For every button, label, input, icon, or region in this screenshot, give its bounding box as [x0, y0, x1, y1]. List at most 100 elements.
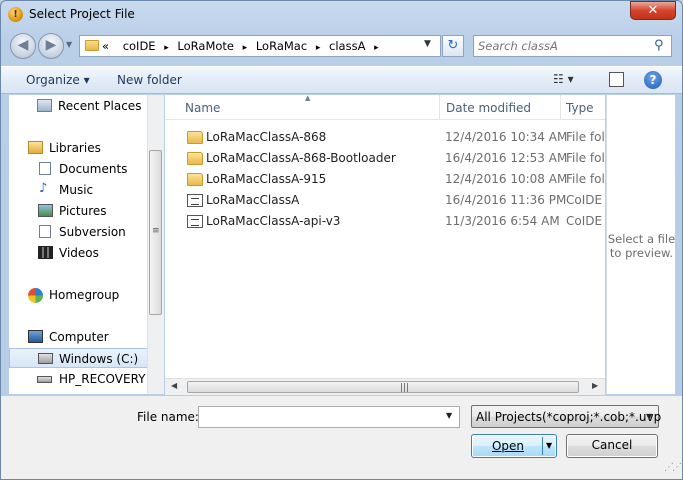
file-name-dropdown-icon[interactable]: ▼	[446, 411, 452, 420]
cancel-button[interactable]: Cancel	[566, 434, 658, 458]
sidebar-item-label: Music	[59, 183, 94, 197]
breadcrumb-separator-icon[interactable]: ▸	[374, 43, 379, 53]
folder-icon	[187, 173, 203, 186]
dialog-footer: File name: ▼ All Projects(*coproj;*.cob;…	[1, 396, 682, 479]
preview-pane-toggle-icon[interactable]	[609, 72, 624, 87]
sidebar-item-videos[interactable]: Videos	[9, 243, 149, 263]
column-type[interactable]: Type	[566, 101, 594, 115]
libraries-icon	[28, 141, 43, 154]
organize-button[interactable]: Organize ▾	[26, 73, 90, 87]
file-row[interactable]: LoRaMacClassA-868 12/4/2016 10:34 AM Fil…	[165, 127, 605, 148]
sidebar-item-pictures[interactable]: Pictures	[9, 201, 149, 221]
file-name: LoRaMacClassA-915	[206, 172, 327, 186]
breadcrumb-loramote[interactable]: LoRaMote	[177, 39, 234, 53]
new-folder-button[interactable]: New folder	[117, 73, 182, 87]
scroll-grip-icon: |||	[400, 383, 410, 393]
horizontal-scroll-thumb[interactable]: |||	[187, 381, 579, 393]
scroll-right-icon[interactable]: ▶	[592, 381, 598, 390]
file-name-input[interactable]	[198, 406, 460, 428]
breadcrumb-overflow[interactable]: «	[102, 39, 109, 53]
sidebar-item-label: Pictures	[59, 204, 107, 218]
file-type: File folder	[566, 172, 604, 186]
sidebar-item-hp-recovery[interactable]: HP_RECOVERY (D	[9, 369, 160, 389]
file-list: ▲ Name Date modified Type LoRaMacClassA-…	[165, 94, 605, 394]
command-toolbar: Organize ▾ New folder ☷ ▾ ?	[1, 66, 682, 94]
refresh-button[interactable]: ↻	[442, 35, 464, 57]
preview-pane: Select a file to preview.	[606, 95, 675, 394]
file-row[interactable]: LoRaMacClassA 16/4/2016 11:36 PM CoIDE P…	[165, 190, 605, 211]
address-dropdown-icon[interactable]: ▼	[424, 39, 431, 49]
back-button[interactable]: ◀	[10, 33, 36, 59]
breadcrumb-coide[interactable]: coIDE	[123, 39, 156, 53]
folder-icon	[85, 40, 99, 51]
sidebar-item-label: Documents	[59, 162, 128, 176]
file-row[interactable]: LoRaMacClassA-915 12/4/2016 10:08 AM Fil…	[165, 169, 605, 190]
folder-icon	[187, 152, 203, 165]
open-button[interactable]: Open ▼	[471, 434, 557, 458]
drive-icon	[37, 376, 52, 383]
breadcrumb-separator-icon[interactable]: ▸	[164, 43, 169, 53]
sidebar-item-homegroup[interactable]: Homegroup	[9, 285, 149, 305]
sidebar-item-label: Computer	[49, 330, 109, 344]
recent-locations-dropdown[interactable]: ▼	[66, 40, 72, 49]
breadcrumb-separator-icon[interactable]: ▸	[316, 43, 321, 53]
file-date: 12/4/2016 10:34 AM	[445, 130, 568, 144]
music-icon: ♪	[39, 181, 48, 196]
column-header: ▲ Name Date modified Type	[165, 94, 605, 120]
sidebar-item-label: Videos	[59, 246, 99, 260]
open-split-divider	[542, 437, 543, 455]
computer-icon	[28, 330, 43, 343]
change-view-button[interactable]: ☷ ▾	[553, 72, 574, 86]
coide-file-icon	[187, 194, 203, 207]
subversion-icon	[39, 225, 51, 238]
title-bar[interactable]: ! Select Project File ✕	[0, 0, 683, 30]
open-options-dropdown-icon[interactable]: ▼	[546, 441, 552, 450]
file-date: 11/3/2016 6:54 AM	[445, 214, 560, 228]
file-name: LoRaMacClassA-868	[206, 130, 327, 144]
file-row[interactable]: LoRaMacClassA-api-v3 11/3/2016 6:54 AM C…	[165, 211, 605, 232]
sidebar-item-label: Libraries	[49, 141, 101, 155]
sidebar-item-subversion[interactable]: Subversion	[9, 222, 149, 242]
breadcrumb-separator-icon[interactable]: ▸	[243, 43, 248, 53]
sidebar-item-documents[interactable]: Documents	[9, 159, 149, 179]
scroll-left-icon[interactable]: ◀	[171, 381, 177, 390]
file-type: CoIDE Project	[566, 193, 604, 207]
coide-file-icon	[187, 215, 203, 228]
breadcrumb-loramac[interactable]: LoRaMac	[256, 39, 307, 53]
forward-button[interactable]: ▶	[38, 33, 64, 59]
sidebar-item-recent-places[interactable]: Recent Places	[9, 96, 149, 116]
resize-grip-icon[interactable]: ⋰⋰	[664, 462, 682, 473]
close-button[interactable]: ✕	[630, 1, 676, 20]
search-box[interactable]: ⚲	[473, 35, 672, 57]
file-type-filter[interactable]: All Projects(*coproj;*.cob;*.uvp ▼	[471, 405, 661, 428]
breadcrumb-classa[interactable]: classA	[329, 39, 365, 53]
window-title: Select Project File	[29, 7, 135, 21]
sidebar-item-computer[interactable]: Computer	[9, 327, 149, 347]
preview-message: Select a file to preview.	[607, 232, 676, 260]
recent-places-icon	[37, 99, 52, 112]
file-name: LoRaMacClassA	[206, 193, 300, 207]
sidebar-item-label: Recent Places	[58, 99, 142, 113]
breadcrumb: « coIDE ▸ LoRaMote ▸ LoRaMac ▸ classA ▸	[102, 39, 384, 53]
address-bar[interactable]: « coIDE ▸ LoRaMote ▸ LoRaMac ▸ classA ▸ …	[79, 35, 441, 57]
search-icon[interactable]: ⚲	[654, 38, 664, 53]
sidebar-item-label: Windows (C:)	[59, 352, 139, 366]
column-date-modified[interactable]: Date modified	[446, 101, 531, 115]
file-date: 12/4/2016 10:08 AM	[445, 172, 568, 186]
search-input[interactable]	[478, 38, 648, 54]
file-date: 16/4/2016 12:53 AM	[445, 151, 568, 165]
file-name: LoRaMacClassA-api-v3	[206, 214, 341, 228]
navigation-pane: Recent Places Libraries Documents ♪ Musi…	[9, 95, 161, 394]
help-icon[interactable]: ?	[644, 71, 662, 89]
sidebar-item-label: HP_RECOVERY (D	[59, 372, 161, 386]
sidebar-item-windows-c[interactable]: Windows (C:)	[9, 348, 149, 368]
sidebar-item-libraries[interactable]: Libraries	[9, 138, 149, 158]
app-warning-icon: !	[8, 7, 23, 22]
sidebar-item-label: Subversion	[59, 225, 126, 239]
horizontal-scrollbar[interactable]: ◀ ||| ▶	[165, 378, 605, 395]
file-type: CoIDE Project	[566, 214, 604, 228]
scroll-grip-icon: ≡	[152, 226, 160, 236]
sidebar-item-music[interactable]: ♪ Music	[9, 180, 149, 200]
file-row[interactable]: LoRaMacClassA-868-Bootloader 16/4/2016 1…	[165, 148, 605, 169]
column-name[interactable]: Name	[185, 101, 220, 115]
